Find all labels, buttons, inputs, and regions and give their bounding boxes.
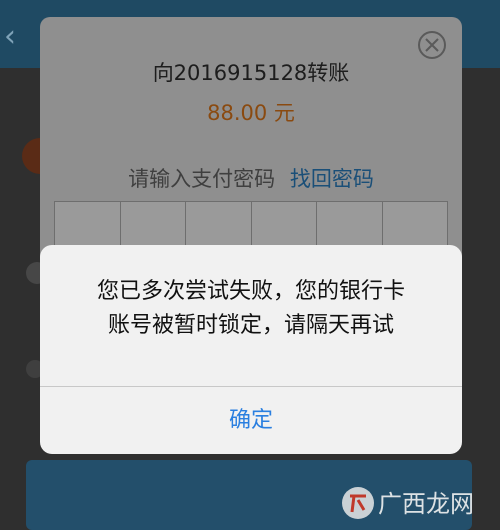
account-locked-alert: 您已多次尝试失败，您的银行卡 账号被暂时锁定，请隔天再试 确定: [40, 245, 462, 454]
payment-amount: 88.00 元: [207, 101, 295, 125]
password-prompt: 请输入支付密码 找回密码: [40, 163, 462, 193]
payment-title: 向2016915128转账: [152, 61, 350, 85]
alert-message-line: 您已多次尝试失败，您的银行卡: [96, 279, 405, 304]
forgot-password-link[interactable]: 找回密码: [290, 167, 374, 191]
password-prompt-label: 请输入支付密码: [128, 167, 276, 191]
alert-message: 您已多次尝试失败，您的银行卡 账号被暂时锁定，请隔天再试: [60, 275, 442, 343]
close-circle-icon[interactable]: [418, 31, 446, 59]
alert-message-line: 账号被暂时锁定，请隔天再试: [107, 313, 394, 338]
back-arrow-icon: ‹: [4, 19, 16, 54]
confirm-button[interactable]: 确定: [40, 387, 462, 454]
svg-text:广西龙网: 广西龙网: [378, 490, 474, 518]
watermark-logo: 广西龙网: [340, 483, 492, 523]
